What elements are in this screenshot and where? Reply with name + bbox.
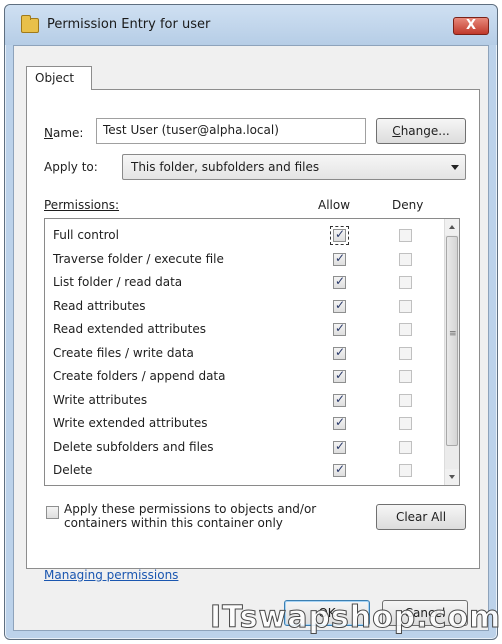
allow-checkbox[interactable] [333,321,346,336]
deny-checkbox[interactable] [399,252,412,266]
permission-label: Write extended attributes [53,416,208,430]
permission-label: Full control [53,228,119,242]
allow-checkbox[interactable] [333,251,346,266]
folder-icon [21,15,39,33]
permission-label: Create files / write data [53,345,194,360]
watermark-text: ITswapshop.com [209,600,502,636]
permission-label: Delete subfolders and files [53,439,214,454]
permission-label: List folder / read data [53,275,183,289]
title-bar[interactable]: Permission Entry for user X [5,5,497,45]
permissions-header: Permissions: [44,198,120,212]
allow-checkbox[interactable] [333,345,346,360]
deny-checkbox[interactable] [399,417,412,430]
permission-row[interactable]: Read extended attributes [45,319,445,341]
apply-to-children-label: Apply these permissions to objects and/o… [64,502,317,530]
clear-all-button[interactable]: Clear All [376,504,466,530]
deny-checkbox[interactable] [399,276,412,289]
permission-row[interactable]: Write extended attributes [45,413,445,435]
deny-checkbox[interactable] [399,299,412,313]
apply-to-children-checkbox[interactable] [46,506,59,519]
allow-checkbox[interactable] [333,439,346,454]
scrollbar-thumb[interactable] [446,236,458,446]
allow-checkbox[interactable] [330,226,349,245]
permission-label: Traverse folder / execute file [53,251,224,266]
permission-row[interactable]: Write attributes [45,390,445,412]
apply-to-label: Apply to: [44,160,98,174]
permission-row[interactable]: List folder / read data [45,272,445,294]
permission-row[interactable]: Delete subfolders and files [45,437,445,459]
permission-entry-dialog: Permission Entry for user X Object Name:… [4,4,498,640]
allow-checkbox[interactable] [333,462,346,477]
permission-row[interactable]: Create folders / append data [45,366,445,388]
permission-label: Write attributes [53,392,148,407]
window-title: Permission Entry for user [47,17,211,32]
deny-checkbox[interactable] [399,464,412,477]
deny-checkbox[interactable] [399,370,412,383]
deny-checkbox[interactable] [399,323,412,336]
permission-row[interactable]: Read attributes [45,296,445,318]
permissions-list[interactable]: Full control Traverse folder / execute fi… [44,218,460,486]
deny-checkbox[interactable] [399,393,412,407]
allow-checkbox[interactable] [333,368,346,383]
permission-row[interactable]: Traverse folder / execute file [45,249,445,271]
chevron-down-icon [451,165,459,170]
apply-to-dropdown[interactable]: This folder, subfolders and files [122,154,466,180]
close-button[interactable]: X [453,17,489,35]
name-label: Name: [44,126,84,140]
permission-label: Delete [53,463,93,477]
permission-row[interactable]: Create files / write data [45,343,445,365]
dialog-client-area: Object Name: Test User (tuser@alpha.loca… [13,45,489,631]
scroll-up-arrow-icon[interactable] [445,219,459,235]
permission-label: Read extended attributes [53,322,206,336]
allow-checkbox[interactable] [333,392,346,407]
deny-column-header: Deny [392,198,424,212]
permission-row[interactable]: Delete [45,460,445,482]
deny-checkbox[interactable] [399,346,412,360]
allow-column-header: Allow [318,198,351,212]
allow-checkbox[interactable] [333,274,346,289]
managing-permissions-link[interactable]: Managing permissions [44,568,178,582]
allow-checkbox[interactable] [333,298,346,313]
permission-label: Create folders / append data [53,369,226,383]
apply-to-value: This folder, subfolders and files [131,160,320,174]
permission-row[interactable]: Full control [45,225,445,247]
deny-checkbox[interactable] [399,229,412,242]
deny-checkbox[interactable] [399,440,412,454]
scroll-down-arrow-icon[interactable] [445,469,459,485]
tab-object[interactable]: Object [26,66,92,90]
allow-checkbox[interactable] [333,415,346,430]
permission-label: Read attributes [53,298,146,313]
change-button[interactable]: Change... [376,118,466,144]
name-field[interactable]: Test User (tuser@alpha.local) [96,118,366,144]
permissions-scrollbar[interactable] [444,219,459,485]
